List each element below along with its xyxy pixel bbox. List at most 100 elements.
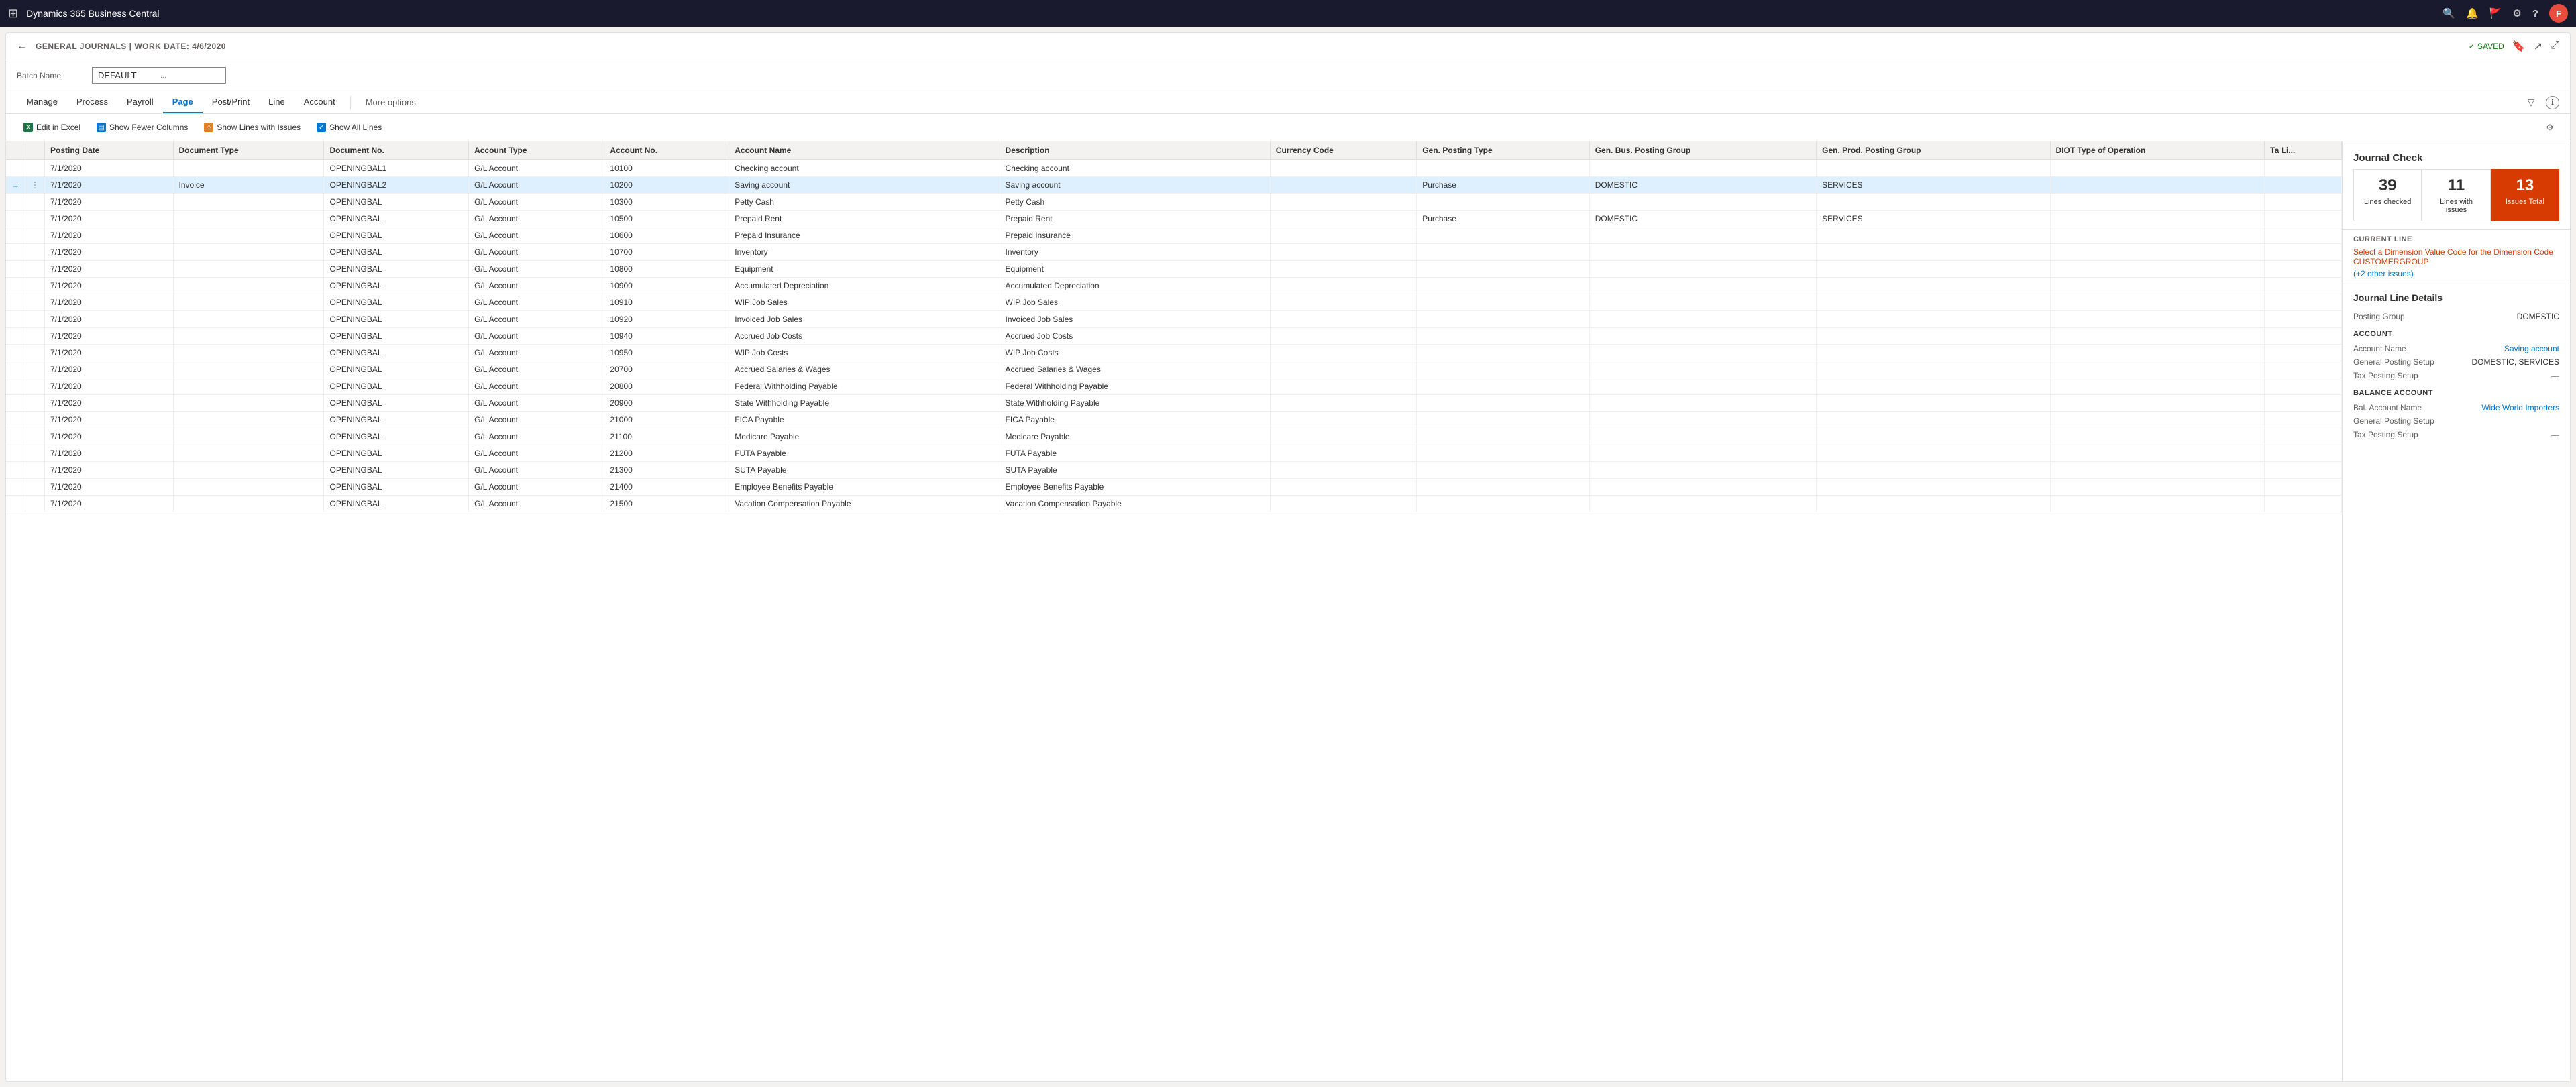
table-cell[interactable] (2265, 361, 2342, 378)
table-row[interactable]: 7/1/2020OPENINGBALG/L Account10300Petty … (6, 194, 2342, 211)
table-cell[interactable] (1270, 496, 1416, 512)
table-cell[interactable]: 7/1/2020 (45, 462, 174, 479)
table-cell[interactable] (1589, 428, 1816, 445)
table-row[interactable]: 7/1/2020OPENINGBALG/L Account21200FUTA P… (6, 445, 2342, 462)
table-cell[interactable]: G/L Account (469, 462, 604, 479)
table-cell[interactable] (1270, 361, 1416, 378)
table-cell[interactable]: OPENINGBAL (324, 227, 469, 244)
table-cell[interactable] (1417, 194, 1589, 211)
table-cell[interactable]: Medicare Payable (729, 428, 1000, 445)
table-cell[interactable] (1270, 479, 1416, 496)
table-cell[interactable] (1270, 462, 1416, 479)
table-cell[interactable] (1589, 412, 1816, 428)
flag-icon[interactable]: 🚩 (2489, 7, 2502, 19)
table-cell[interactable] (1589, 244, 1816, 261)
table-cell[interactable] (2265, 261, 2342, 278)
table-cell[interactable]: OPENINGBAL (324, 244, 469, 261)
table-cell[interactable] (1270, 244, 1416, 261)
show-fewer-columns-button[interactable]: ▤ Show Fewer Columns (90, 120, 195, 135)
table-row[interactable]: 7/1/2020OPENINGBALG/L Account10900Accumu… (6, 278, 2342, 294)
table-cell[interactable]: 21400 (604, 479, 729, 496)
table-cell[interactable] (1417, 395, 1589, 412)
table-cell[interactable]: Prepaid Insurance (729, 227, 1000, 244)
table-cell[interactable]: Vacation Compensation Payable (1000, 496, 1270, 512)
table-cell[interactable]: Saving account (1000, 177, 1270, 194)
table-cell[interactable]: OPENINGBAL (324, 412, 469, 428)
col-ta-li[interactable]: Ta Li... (2265, 141, 2342, 160)
table-cell[interactable] (2050, 361, 2265, 378)
table-cell[interactable]: OPENINGBAL1 (324, 160, 469, 177)
table-cell[interactable] (1417, 378, 1589, 395)
table-cell[interactable] (2265, 395, 2342, 412)
table-cell[interactable]: OPENINGBAL (324, 194, 469, 211)
table-cell[interactable] (173, 211, 324, 227)
table-cell[interactable] (2050, 261, 2265, 278)
search-icon[interactable]: 🔍 (2443, 7, 2455, 19)
more-issues-link[interactable]: (+2 other issues) (2353, 269, 2559, 278)
table-cell[interactable]: Prepaid Rent (729, 211, 1000, 227)
table-cell[interactable]: OPENINGBAL (324, 311, 469, 328)
table-cell[interactable]: G/L Account (469, 395, 604, 412)
table-cell[interactable]: 20800 (604, 378, 729, 395)
table-cell[interactable]: G/L Account (469, 261, 604, 278)
table-cell[interactable]: 21300 (604, 462, 729, 479)
table-cell[interactable]: G/L Account (469, 428, 604, 445)
table-cell[interactable]: WIP Job Sales (729, 294, 1000, 311)
tab-process[interactable]: Process (67, 91, 117, 113)
table-cell[interactable] (173, 160, 324, 177)
col-doc-no[interactable]: Document No. (324, 141, 469, 160)
table-cell[interactable]: Purchase (1417, 177, 1589, 194)
table-cell[interactable] (2050, 294, 2265, 311)
tab-page[interactable]: Page (163, 91, 203, 113)
table-cell[interactable]: 7/1/2020 (45, 177, 174, 194)
edit-excel-button[interactable]: X Edit in Excel (17, 120, 87, 135)
table-row[interactable]: 7/1/2020OPENINGBALG/L Account10700Invent… (6, 244, 2342, 261)
row-context-menu[interactable] (25, 227, 45, 244)
table-cell[interactable] (1417, 261, 1589, 278)
table-cell[interactable] (173, 479, 324, 496)
table-cell[interactable]: DOMESTIC (1589, 211, 1816, 227)
table-cell[interactable] (1817, 462, 2050, 479)
table-cell[interactable] (2050, 479, 2265, 496)
table-cell[interactable]: 7/1/2020 (45, 211, 174, 227)
table-cell[interactable] (1417, 496, 1589, 512)
info-button[interactable]: ℹ (2546, 96, 2559, 109)
bell-icon[interactable]: 🔔 (2466, 7, 2479, 19)
table-cell[interactable] (1270, 311, 1416, 328)
row-context-menu[interactable] (25, 479, 45, 496)
col-gen-bus-posting-group[interactable]: Gen. Bus. Posting Group (1589, 141, 1816, 160)
table-row[interactable]: 7/1/2020OPENINGBALG/L Account21500Vacati… (6, 496, 2342, 512)
filter-button[interactable]: ▽ (2522, 93, 2540, 112)
col-posting-date[interactable]: Posting Date (45, 141, 174, 160)
table-cell[interactable] (1417, 227, 1589, 244)
table-cell[interactable] (173, 227, 324, 244)
row-context-menu[interactable] (25, 445, 45, 462)
row-context-menu[interactable] (25, 211, 45, 227)
table-cell[interactable]: 7/1/2020 (45, 395, 174, 412)
table-cell[interactable] (1817, 160, 2050, 177)
show-all-lines-button[interactable]: ✓ Show All Lines (310, 120, 388, 135)
col-doc-type[interactable]: Document Type (173, 141, 324, 160)
table-cell[interactable]: G/L Account (469, 311, 604, 328)
table-cell[interactable] (2265, 496, 2342, 512)
table-cell[interactable] (2050, 496, 2265, 512)
row-context-menu[interactable] (25, 294, 45, 311)
table-cell[interactable] (2265, 160, 2342, 177)
table-cell[interactable]: G/L Account (469, 177, 604, 194)
table-cell[interactable] (2265, 412, 2342, 428)
table-cell[interactable] (1817, 395, 2050, 412)
table-cell[interactable] (173, 412, 324, 428)
table-area[interactable]: Posting Date Document Type Document No. … (6, 141, 2342, 1081)
table-cell[interactable]: Medicare Payable (1000, 428, 1270, 445)
table-cell[interactable]: 10920 (604, 311, 729, 328)
table-cell[interactable] (2050, 211, 2265, 227)
table-cell[interactable] (2265, 378, 2342, 395)
table-cell[interactable] (1417, 345, 1589, 361)
table-cell[interactable]: G/L Account (469, 278, 604, 294)
table-cell[interactable]: 10800 (604, 261, 729, 278)
table-cell[interactable]: Employee Benefits Payable (729, 479, 1000, 496)
row-context-menu[interactable] (25, 261, 45, 278)
table-cell[interactable] (1270, 345, 1416, 361)
table-row[interactable]: 7/1/2020OPENINGBALG/L Account10950WIP Jo… (6, 345, 2342, 361)
table-cell[interactable] (2050, 462, 2265, 479)
